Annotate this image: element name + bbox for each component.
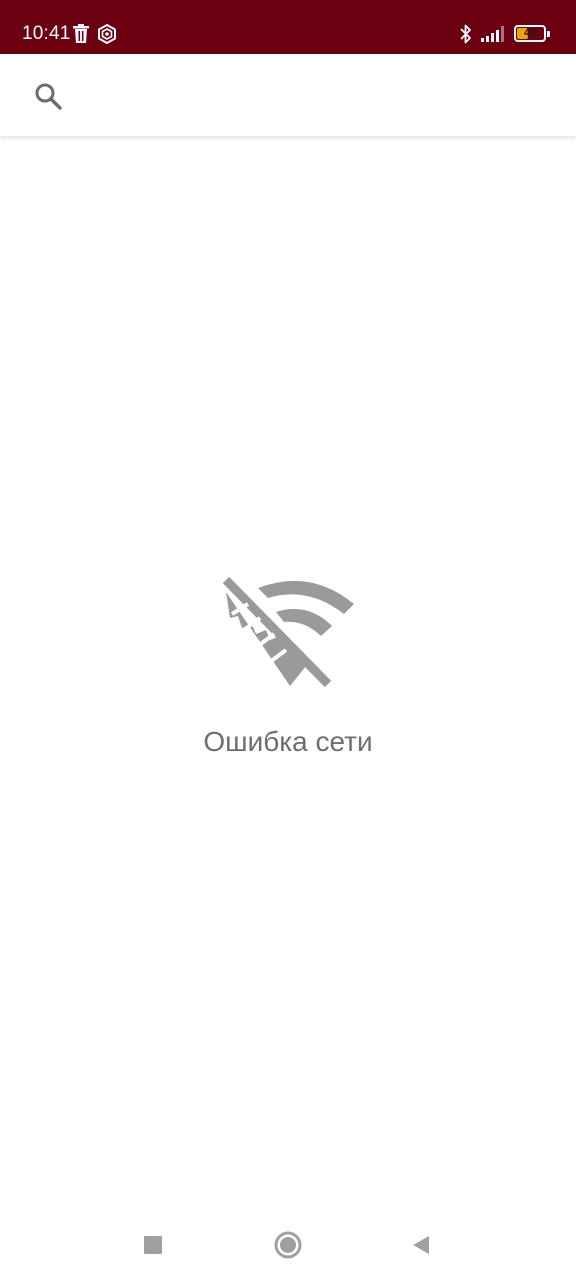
navigation-bar (0, 1210, 576, 1280)
home-button[interactable] (272, 1229, 304, 1261)
app-screen: 10:41 41 Ошибка сети (0, 0, 576, 1280)
battery-level: 41 (523, 27, 537, 39)
trash-icon (72, 24, 92, 48)
wifi-off-icon (218, 574, 358, 692)
recents-square-icon (138, 1236, 168, 1264)
error-message: Ошибка сети (203, 726, 373, 757)
signal-icon (480, 25, 508, 49)
status-time: 10:41 (22, 23, 71, 44)
recents-button[interactable] (138, 1230, 168, 1260)
search-button[interactable] (28, 76, 68, 116)
hexagon-settings-icon (97, 23, 117, 48)
battery-icon: 41 (514, 25, 546, 42)
bluetooth-icon (458, 23, 478, 47)
back-button[interactable] (406, 1230, 436, 1260)
top-app-bar (0, 54, 576, 136)
status-bar: 10:41 41 (0, 0, 576, 54)
battery-nub (547, 31, 550, 37)
home-circle-icon (272, 1231, 304, 1265)
back-triangle-icon (406, 1236, 436, 1264)
search-icon (28, 83, 68, 120)
